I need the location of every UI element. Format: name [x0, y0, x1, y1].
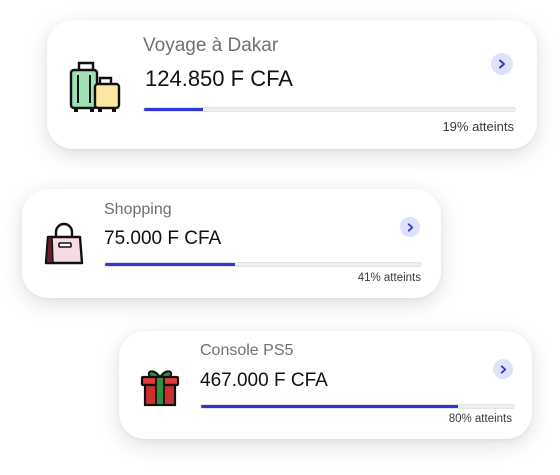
goal-card-voyage[interactable]: Voyage à Dakar 124.850 F CFA 19% atteint… [47, 20, 537, 149]
goal-card-ps5[interactable]: Console PS5 467.000 F CFA 80% atteints [119, 331, 532, 439]
progress-fill [105, 263, 235, 266]
progress-fill [201, 405, 458, 408]
chevron-right-icon[interactable] [400, 217, 420, 237]
goal-amount: 467.000 F CFA [200, 370, 328, 391]
progress-label: 19% atteints [442, 119, 514, 134]
goal-title: Console PS5 [200, 342, 294, 359]
progress-bar [200, 404, 515, 409]
chevron-right-icon[interactable] [493, 359, 513, 379]
progress-label: 80% atteints [448, 413, 512, 425]
progress-bar [143, 107, 516, 112]
luggage-icon [69, 60, 121, 114]
goal-amount: 124.850 F CFA [145, 66, 293, 91]
progress-bar [104, 262, 422, 267]
goal-amount: 75.000 F CFA [104, 228, 222, 249]
shopping-bag-icon [44, 222, 84, 266]
progress-label: 41% atteints [357, 272, 421, 284]
progress-fill [144, 108, 204, 111]
gift-icon [139, 365, 181, 407]
goal-card-shopping[interactable]: Shopping 75.000 F CFA 41% atteints [22, 189, 441, 298]
goal-title: Voyage à Dakar [143, 35, 279, 56]
chevron-right-icon[interactable] [491, 53, 513, 75]
goal-title: Shopping [104, 201, 172, 218]
